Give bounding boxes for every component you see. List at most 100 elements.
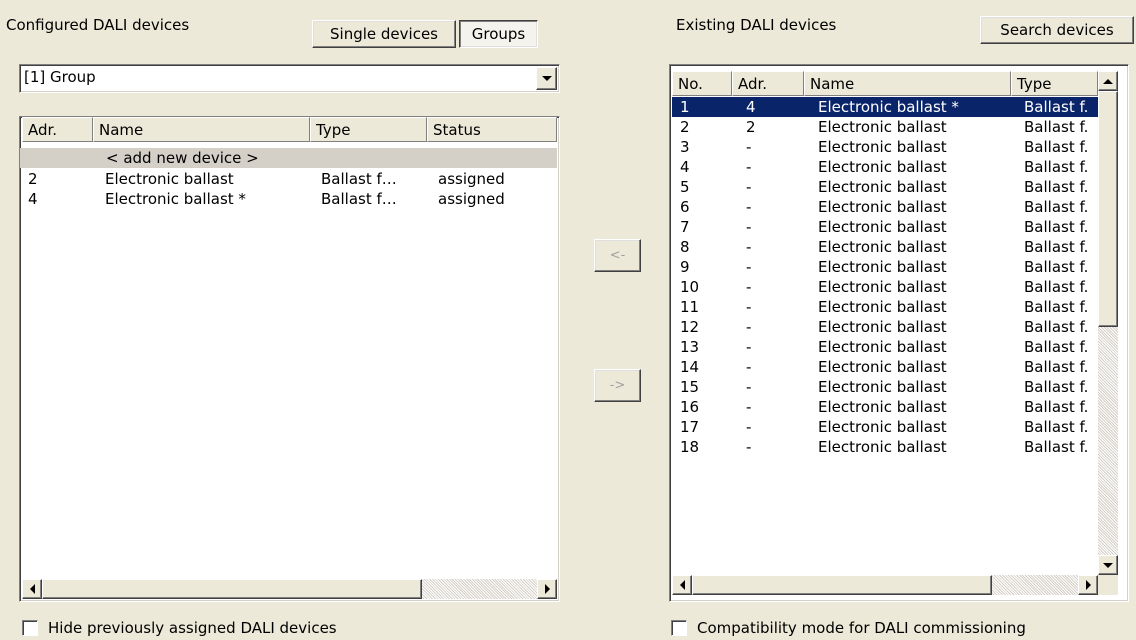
table-row[interactable]: 3 - Electronic ballast Ballast f. bbox=[672, 137, 1098, 157]
table-row[interactable]: 2 2 Electronic ballast Ballast f. bbox=[672, 117, 1098, 137]
scroll-right-button[interactable] bbox=[1078, 575, 1098, 595]
cell-adr: - bbox=[746, 158, 752, 176]
col-header-name[interactable]: Name bbox=[804, 71, 1011, 96]
table-row[interactable]: 8 - Electronic ballast Ballast f. bbox=[672, 237, 1098, 257]
scroll-thumb[interactable] bbox=[1098, 91, 1118, 327]
scroll-thumb[interactable] bbox=[692, 575, 992, 595]
chevron-right-icon bbox=[1085, 580, 1091, 590]
cell-name: Electronic ballast bbox=[818, 278, 947, 296]
scrollbar-corner bbox=[1098, 575, 1118, 595]
cell-name: Electronic ballast bbox=[818, 318, 947, 336]
cell-no: 9 bbox=[680, 258, 690, 276]
col-header-no[interactable]: No. bbox=[672, 71, 732, 96]
col-header-type[interactable]: Type bbox=[1011, 71, 1098, 96]
cell-name: Electronic ballast bbox=[818, 118, 947, 136]
search-devices-button[interactable]: Search devices bbox=[980, 16, 1134, 44]
chevron-down-icon bbox=[541, 76, 552, 81]
table-row[interactable]: 11 - Electronic ballast Ballast f. bbox=[672, 297, 1098, 317]
table-row[interactable]: 9 - Electronic ballast Ballast f. bbox=[672, 257, 1098, 277]
cell-adr: - bbox=[746, 378, 752, 396]
scroll-track[interactable] bbox=[422, 579, 537, 599]
table-row[interactable]: 6 - Electronic ballast Ballast f. bbox=[672, 197, 1098, 217]
cell-adr: - bbox=[746, 418, 752, 436]
cell-adr: - bbox=[746, 238, 752, 256]
right-list-vertical-scrollbar[interactable] bbox=[1098, 71, 1118, 575]
table-row[interactable]: 17 - Electronic ballast Ballast f. bbox=[672, 417, 1098, 437]
single-devices-button[interactable]: Single devices bbox=[312, 20, 456, 48]
table-row[interactable]: 4 Electronic ballast * Ballast f… assign… bbox=[20, 189, 557, 209]
cell-adr: - bbox=[746, 178, 752, 196]
cell-type: Ballast f. bbox=[1024, 138, 1089, 156]
cell-adr: 4 bbox=[28, 190, 38, 208]
cell-type: Ballast f. bbox=[1024, 198, 1089, 216]
chevron-right-icon bbox=[544, 584, 550, 594]
cell-no: 16 bbox=[680, 398, 700, 416]
table-row[interactable]: 7 - Electronic ballast Ballast f. bbox=[672, 217, 1098, 237]
col-header-adr[interactable]: Adr. bbox=[732, 71, 804, 96]
group-select[interactable]: [1] Group bbox=[19, 64, 560, 93]
existing-devices-list[interactable]: No. Adr. Name Type 1 4 Electronic ballast … bbox=[669, 64, 1129, 602]
existing-devices-title: Existing DALI devices bbox=[676, 16, 837, 34]
col-header-name[interactable]: Name bbox=[93, 117, 310, 142]
table-row[interactable]: 13 - Electronic ballast Ballast f. bbox=[672, 337, 1098, 357]
table-row[interactable]: 16 - Electronic ballast Ballast f. bbox=[672, 397, 1098, 417]
move-left-button[interactable]: <- bbox=[594, 239, 641, 272]
cell-name: Electronic ballast bbox=[818, 218, 947, 236]
cell-name: Electronic ballast * bbox=[818, 98, 959, 116]
cell-status: assigned bbox=[438, 170, 505, 188]
table-row[interactable]: 14 - Electronic ballast Ballast f. bbox=[672, 357, 1098, 377]
table-row[interactable]: 5 - Electronic ballast Ballast f. bbox=[672, 177, 1098, 197]
scroll-thumb[interactable] bbox=[42, 579, 422, 599]
cell-no: 15 bbox=[680, 378, 700, 396]
scroll-left-button[interactable] bbox=[672, 575, 692, 595]
table-row[interactable]: 12 - Electronic ballast Ballast f. bbox=[672, 317, 1098, 337]
group-select-dropdown-button[interactable] bbox=[536, 67, 557, 90]
scroll-up-button[interactable] bbox=[1098, 71, 1118, 91]
cell-name: Electronic ballast bbox=[818, 238, 947, 256]
cell-name: Electronic ballast bbox=[818, 398, 947, 416]
groups-button[interactable]: Groups bbox=[459, 20, 538, 48]
cell-no: 3 bbox=[680, 138, 690, 156]
cell-adr: 2 bbox=[746, 118, 756, 136]
cell-adr: - bbox=[746, 298, 752, 316]
cell-name: Electronic ballast bbox=[818, 358, 947, 376]
cell-type: Ballast f. bbox=[1024, 98, 1089, 116]
configured-devices-list[interactable]: Adr. Name Type Status < add new device >… bbox=[19, 116, 560, 602]
table-row[interactable]: 2 Electronic ballast Ballast f… assigned bbox=[20, 169, 557, 189]
cell-type: Ballast f… bbox=[321, 190, 397, 208]
table-row[interactable]: 15 - Electronic ballast Ballast f. bbox=[672, 377, 1098, 397]
table-row[interactable]: 18 - Electronic ballast Ballast f. bbox=[672, 437, 1098, 457]
cell-type: Ballast f. bbox=[1024, 378, 1089, 396]
cell-adr: - bbox=[746, 138, 752, 156]
right-list-horizontal-scrollbar[interactable] bbox=[672, 575, 1098, 595]
cell-name: Electronic ballast bbox=[818, 338, 947, 356]
col-header-status[interactable]: Status bbox=[427, 117, 557, 142]
scroll-right-button[interactable] bbox=[537, 579, 557, 599]
cell-type: Ballast f. bbox=[1024, 158, 1089, 176]
scroll-down-button[interactable] bbox=[1098, 555, 1118, 575]
cell-no: 14 bbox=[680, 358, 700, 376]
scroll-left-button[interactable] bbox=[22, 579, 42, 599]
cell-adr: 2 bbox=[28, 170, 38, 188]
cell-no: 13 bbox=[680, 338, 700, 356]
cell-no: 6 bbox=[680, 198, 690, 216]
scroll-track[interactable] bbox=[992, 575, 1078, 595]
cell-name: Electronic ballast * bbox=[105, 190, 246, 208]
cell-name: Electronic ballast bbox=[818, 258, 947, 276]
compat-mode-checkbox[interactable] bbox=[671, 620, 687, 636]
add-new-device-row[interactable]: < add new device > bbox=[20, 148, 557, 168]
cell-adr: - bbox=[746, 318, 752, 336]
table-row[interactable]: 10 - Electronic ballast Ballast f. bbox=[672, 277, 1098, 297]
hide-assigned-checkbox[interactable] bbox=[22, 620, 38, 636]
left-list-horizontal-scrollbar[interactable] bbox=[22, 579, 557, 599]
cell-no: 11 bbox=[680, 298, 700, 316]
move-right-button[interactable]: -> bbox=[594, 369, 641, 402]
table-row[interactable]: 4 - Electronic ballast Ballast f. bbox=[672, 157, 1098, 177]
col-header-type[interactable]: Type bbox=[310, 117, 427, 142]
cell-no: 8 bbox=[680, 238, 690, 256]
cell-type: Ballast f. bbox=[1024, 278, 1089, 296]
table-row[interactable]: 1 4 Electronic ballast * Ballast f. bbox=[672, 97, 1098, 117]
col-header-adr[interactable]: Adr. bbox=[22, 117, 93, 142]
cell-adr: - bbox=[746, 258, 752, 276]
cell-status: assigned bbox=[438, 190, 505, 208]
